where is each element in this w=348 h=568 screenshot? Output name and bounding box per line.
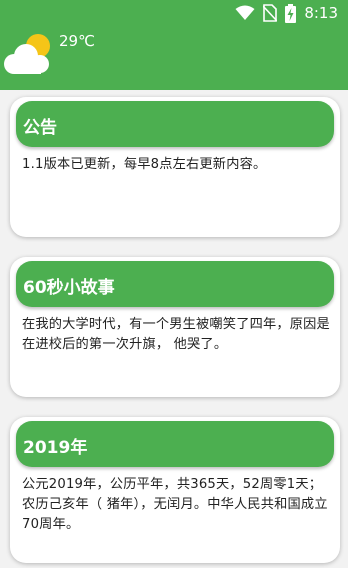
temperature: 29℃ — [59, 32, 95, 50]
story-card[interactable]: 60秒小故事 在我的大学时代，有一个男生被嘲笑了四年，原因是在进校后的第一次升旗… — [10, 257, 340, 397]
card-content: 1.1版本已更新，每早8点左右更新内容。 — [22, 157, 267, 172]
card-title: 公告 — [23, 118, 57, 138]
card-title: 60秒小故事 — [23, 278, 115, 298]
card-header: 60秒小故事 — [16, 261, 334, 307]
top-app-bar: 8:13 29℃ — [0, 0, 348, 90]
card-header: 2019年 — [16, 421, 334, 467]
card-title: 2019年 — [23, 438, 88, 458]
battery-charging-icon — [285, 3, 297, 23]
no-sim-icon — [263, 4, 278, 22]
status-time: 8:13 — [304, 4, 338, 22]
partly-cloudy-icon — [4, 34, 50, 74]
wifi-icon — [235, 5, 255, 20]
year-card[interactable]: 2019年 公元2019年，公历平年，共365天，52周零1天；农历己亥年（ 猪… — [10, 417, 340, 563]
card-content: 在我的大学时代，有一个男生被嘲笑了四年，原因是在进校后的第一次升旗， 他哭了。 — [22, 317, 330, 352]
card-content: 公元2019年，公历平年，共365天，52周零1天；农历己亥年（ 猪年），无闰月… — [22, 477, 328, 532]
status-bar: 8:13 — [235, 2, 338, 24]
card-header: 公告 — [16, 101, 334, 147]
announcement-card[interactable]: 公告 1.1版本已更新，每早8点左右更新内容。 — [10, 97, 340, 237]
